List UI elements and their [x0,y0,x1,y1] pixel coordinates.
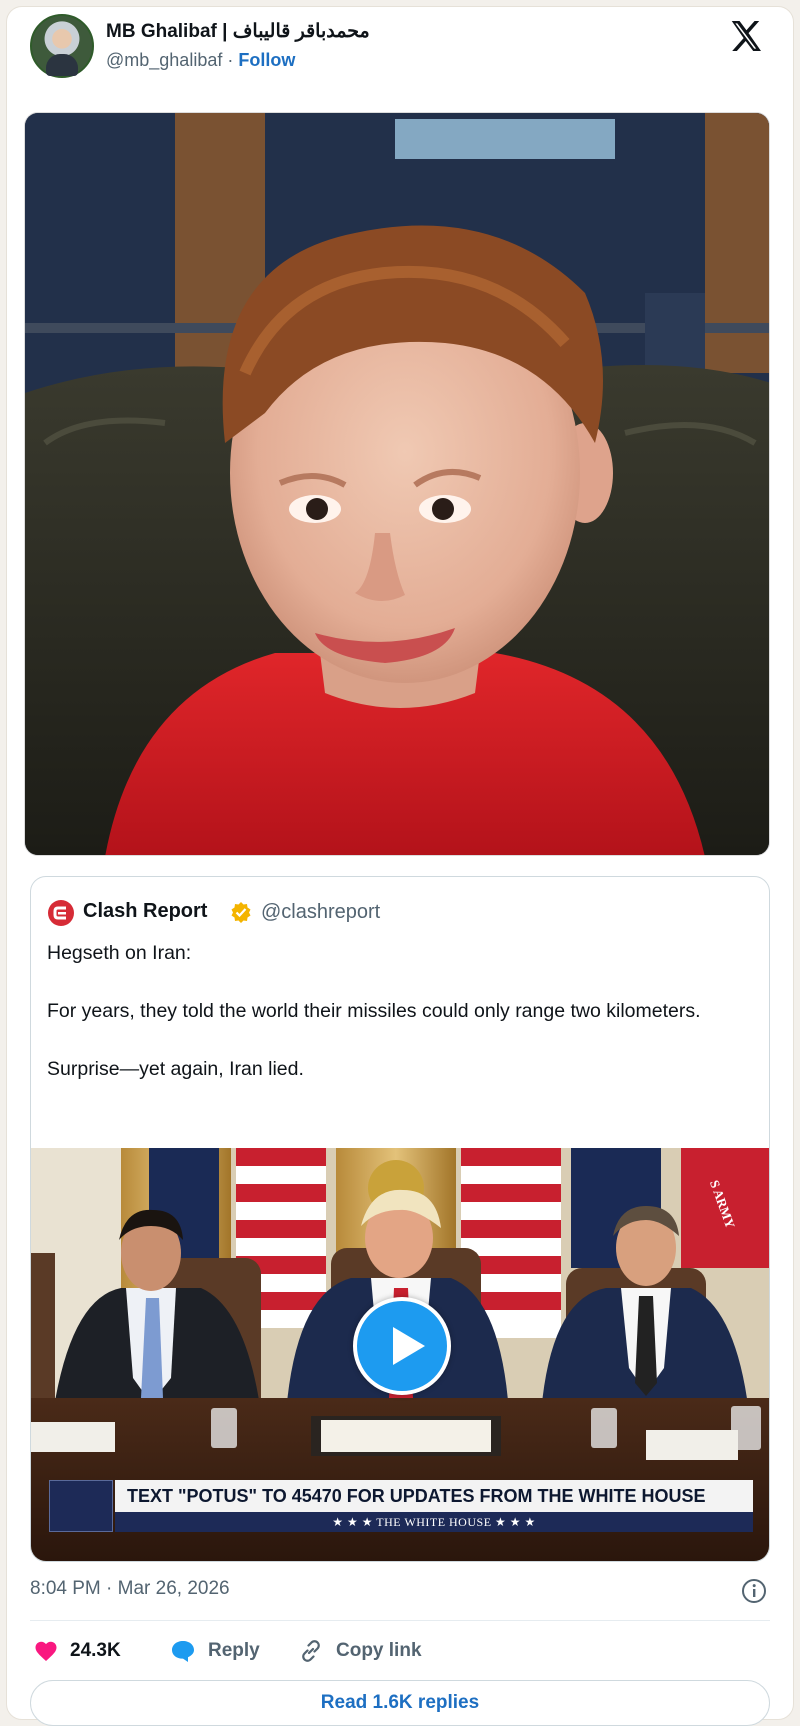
author-handle-row: @mb_ghalibaf · Follow [106,50,295,71]
info-icon[interactable] [741,1578,767,1604]
handle-separator: · [227,50,234,70]
quoted-video[interactable]: TEXT "POTUS" TO 45470 FOR UPDATES FROM T… [31,1148,769,1561]
white-house-seal-icon [49,1480,113,1532]
video-chyron-sub: ★ ★ ★ THE WHITE HOUSE ★ ★ ★ [115,1512,753,1532]
copy-link-label: Copy link [336,1640,422,1661]
author-avatar[interactable] [30,14,94,78]
divider [30,1620,770,1621]
boy-photo [25,113,769,855]
reply-bubble-icon [172,1641,194,1662]
post-time: 8:04 PM [30,1578,101,1599]
reply-button[interactable]: Reply [170,1636,260,1666]
play-button[interactable] [353,1297,451,1395]
copy-link-button[interactable]: Copy link [298,1636,422,1666]
x-logo-icon[interactable] [728,18,764,54]
post-header: MB Ghalibaf | محمدباقر قالیباف @mb_ghali… [24,8,764,78]
nameplate [31,1422,115,1452]
post-date: Mar 26, 2026 [117,1578,230,1599]
quoted-text-line: Surprise—yet again, Iran lied. [47,1058,304,1080]
author-handle[interactable]: @mb_ghalibaf [106,50,222,70]
like-button[interactable]: 24.3K [34,1636,121,1666]
follow-button[interactable]: Follow [238,50,295,70]
quoted-text-line: Hegseth on Iran: [47,942,192,964]
post-image[interactable] [24,112,770,856]
video-chyron: TEXT "POTUS" TO 45470 FOR UPDATES FROM T… [115,1480,753,1512]
quoted-author-name[interactable]: Clash Report [83,900,207,923]
like-count: 24.3K [70,1640,121,1661]
heart-icon [35,1641,57,1661]
quoted-post-text: Hegseth on Iran: For years, they told th… [47,939,747,1084]
quoted-author-handle[interactable]: @clashreport [261,901,380,924]
action-bar: 24.3K Reply Copy link [30,1636,770,1666]
quoted-post[interactable]: Clash Report @clashreport Hegseth on Ira… [30,876,770,1562]
reply-label: Reply [208,1640,260,1661]
quoted-text-line: For years, they told the world their mis… [47,1000,701,1022]
author-name[interactable]: MB Ghalibaf | محمدباقر قالیباف [106,20,370,43]
link-icon [302,1640,320,1662]
verified-badge-icon [231,902,251,923]
post-timestamp[interactable]: 8:04 PM · Mar 26, 2026 [30,1578,230,1600]
read-replies-button[interactable]: Read 1.6K replies [30,1680,770,1726]
meta-separator: · [106,1578,113,1599]
clash-report-logo-icon[interactable] [47,899,75,927]
nameplate [646,1430,738,1460]
